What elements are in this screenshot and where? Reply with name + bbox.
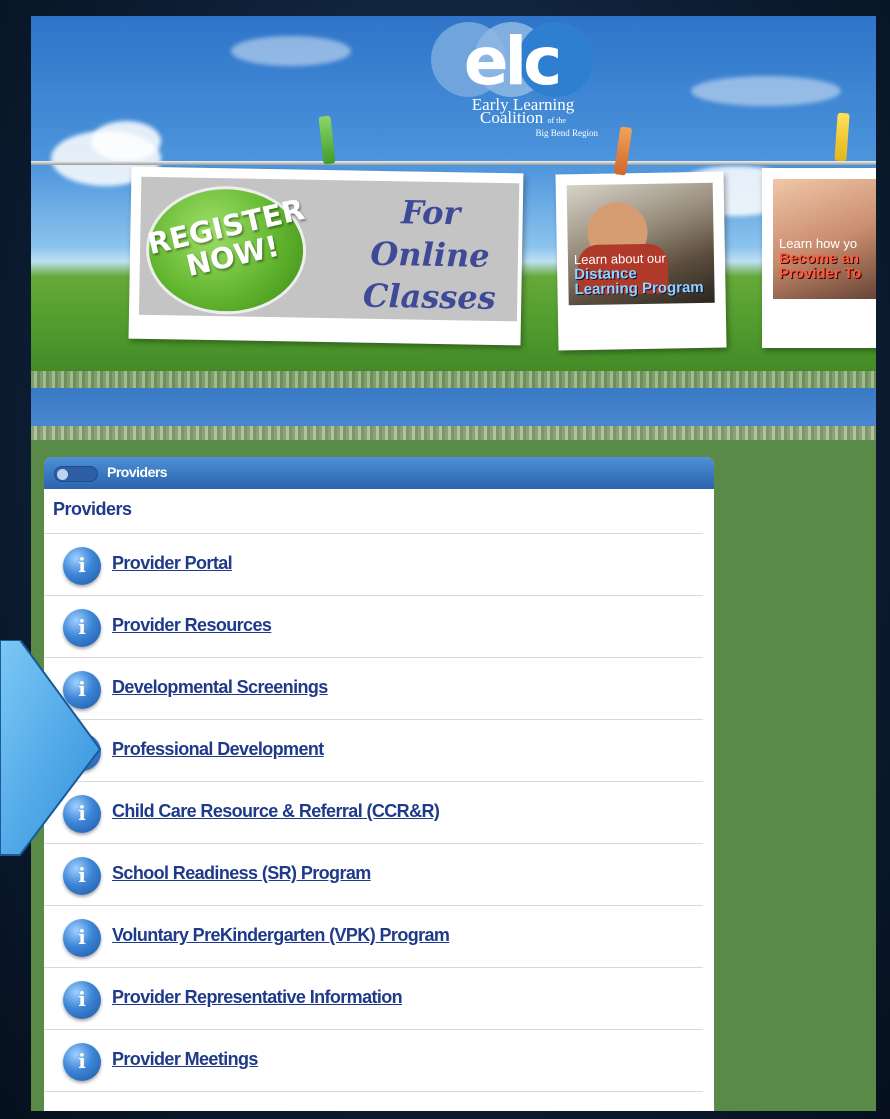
provider-card-line: Become an <box>779 250 860 267</box>
provider-resources-link[interactable]: Provider Resources <box>112 615 272 636</box>
logo-line-2: Coalition of the <box>448 108 598 127</box>
clothesline <box>31 161 876 165</box>
list-item: i Provider Meetings <box>44 1030 703 1092</box>
list-item: i Provider Representative Information <box>44 968 703 1030</box>
logo-line-2-main: Coalition <box>480 108 544 127</box>
register-now-banner[interactable]: REGISTER NOW! For Online Classes <box>128 166 524 346</box>
provider-card-line: Learn how yo <box>779 236 858 251</box>
list-item: i Child Care Resource & Referral (CCR&R) <box>44 782 703 844</box>
logo-subtitle: Early Learning Coalition of the Big Bend… <box>448 96 599 140</box>
grass-strip <box>31 371 876 388</box>
list-item: i Provider Portal <box>44 534 703 596</box>
provider-card-line: Provider To <box>779 265 862 282</box>
distance-learning-photo: Learn about our Distance Learning Progra… <box>566 182 715 306</box>
become-provider-banner[interactable]: Learn how yo Become an Provider To <box>762 168 876 348</box>
arrow-pointer-icon <box>0 640 102 856</box>
page-frame: elc Early Learning Coalition of the Big … <box>31 16 876 1111</box>
list-item: iProfessional Development <box>44 720 703 782</box>
info-icon[interactable]: i <box>63 1043 101 1081</box>
panel-header: Providers <box>44 457 714 489</box>
nav-stripe <box>31 426 876 440</box>
header-banner: elc Early Learning Coalition of the Big … <box>31 16 876 388</box>
professional-development-link[interactable]: Professional Development <box>112 739 324 760</box>
register-copy: For Online Classes <box>339 190 521 319</box>
provider-meetings-link[interactable]: Provider Meetings <box>112 1049 258 1070</box>
panel-header-title: Providers <box>107 464 168 480</box>
logo-line-3: Big Bend Region <box>535 128 599 138</box>
list-item: i Voluntary PreKindergarten (VPK) Program <box>44 906 703 968</box>
logo-line-2-small: of the <box>547 116 566 125</box>
provider-representative-link[interactable]: Provider Representative Information <box>112 987 403 1008</box>
register-copy-line: Classes <box>362 276 496 317</box>
section-title: Providers <box>44 489 703 534</box>
provider-portal-link[interactable]: Provider Portal <box>112 553 233 574</box>
become-provider-photo: Learn how yo Become an Provider To <box>773 179 876 299</box>
clothespin-yellow <box>834 112 850 162</box>
provider-links-list: i Provider Portal i Provider Resources i De… <box>44 534 703 1092</box>
panel-toggle[interactable] <box>54 466 98 482</box>
info-icon[interactable]: i <box>63 981 101 1019</box>
register-card: REGISTER NOW! For Online Classes <box>138 176 521 322</box>
register-copy-line: For <box>400 193 461 233</box>
distance-card-line: Learning Program <box>574 278 704 299</box>
info-icon[interactable]: i <box>63 547 101 585</box>
school-readiness-link[interactable]: School Readiness (SR) Program <box>112 863 371 884</box>
elc-logo[interactable]: elc Early Learning Coalition of the Big … <box>426 22 599 142</box>
list-item: i Developmental Screenings <box>44 658 703 720</box>
register-copy-line: Online <box>370 234 490 275</box>
cloud <box>691 76 841 106</box>
developmental-screenings-link[interactable]: Developmental Screenings <box>112 677 328 698</box>
distance-learning-banner[interactable]: Learn about our Distance Learning Progra… <box>555 171 727 351</box>
info-icon[interactable]: i <box>63 919 101 957</box>
cloud <box>231 36 351 66</box>
list-item: i Provider Resources <box>44 596 703 658</box>
clothespin-green <box>318 115 336 165</box>
cloud <box>91 121 161 161</box>
list-item: i School Readiness (SR) Program <box>44 844 703 906</box>
ccrr-link[interactable]: Child Care Resource & Referral (CCR&R) <box>112 801 440 822</box>
clothespin-orange <box>613 126 633 176</box>
nav-bar <box>31 388 876 426</box>
vpk-program-link[interactable]: Voluntary PreKindergarten (VPK) Program <box>112 925 450 946</box>
register-badge: REGISTER NOW! <box>144 184 307 316</box>
providers-panel: Providers Providers i Provider Portal i Pr… <box>44 457 714 1111</box>
logo-mark: elc <box>463 23 563 100</box>
